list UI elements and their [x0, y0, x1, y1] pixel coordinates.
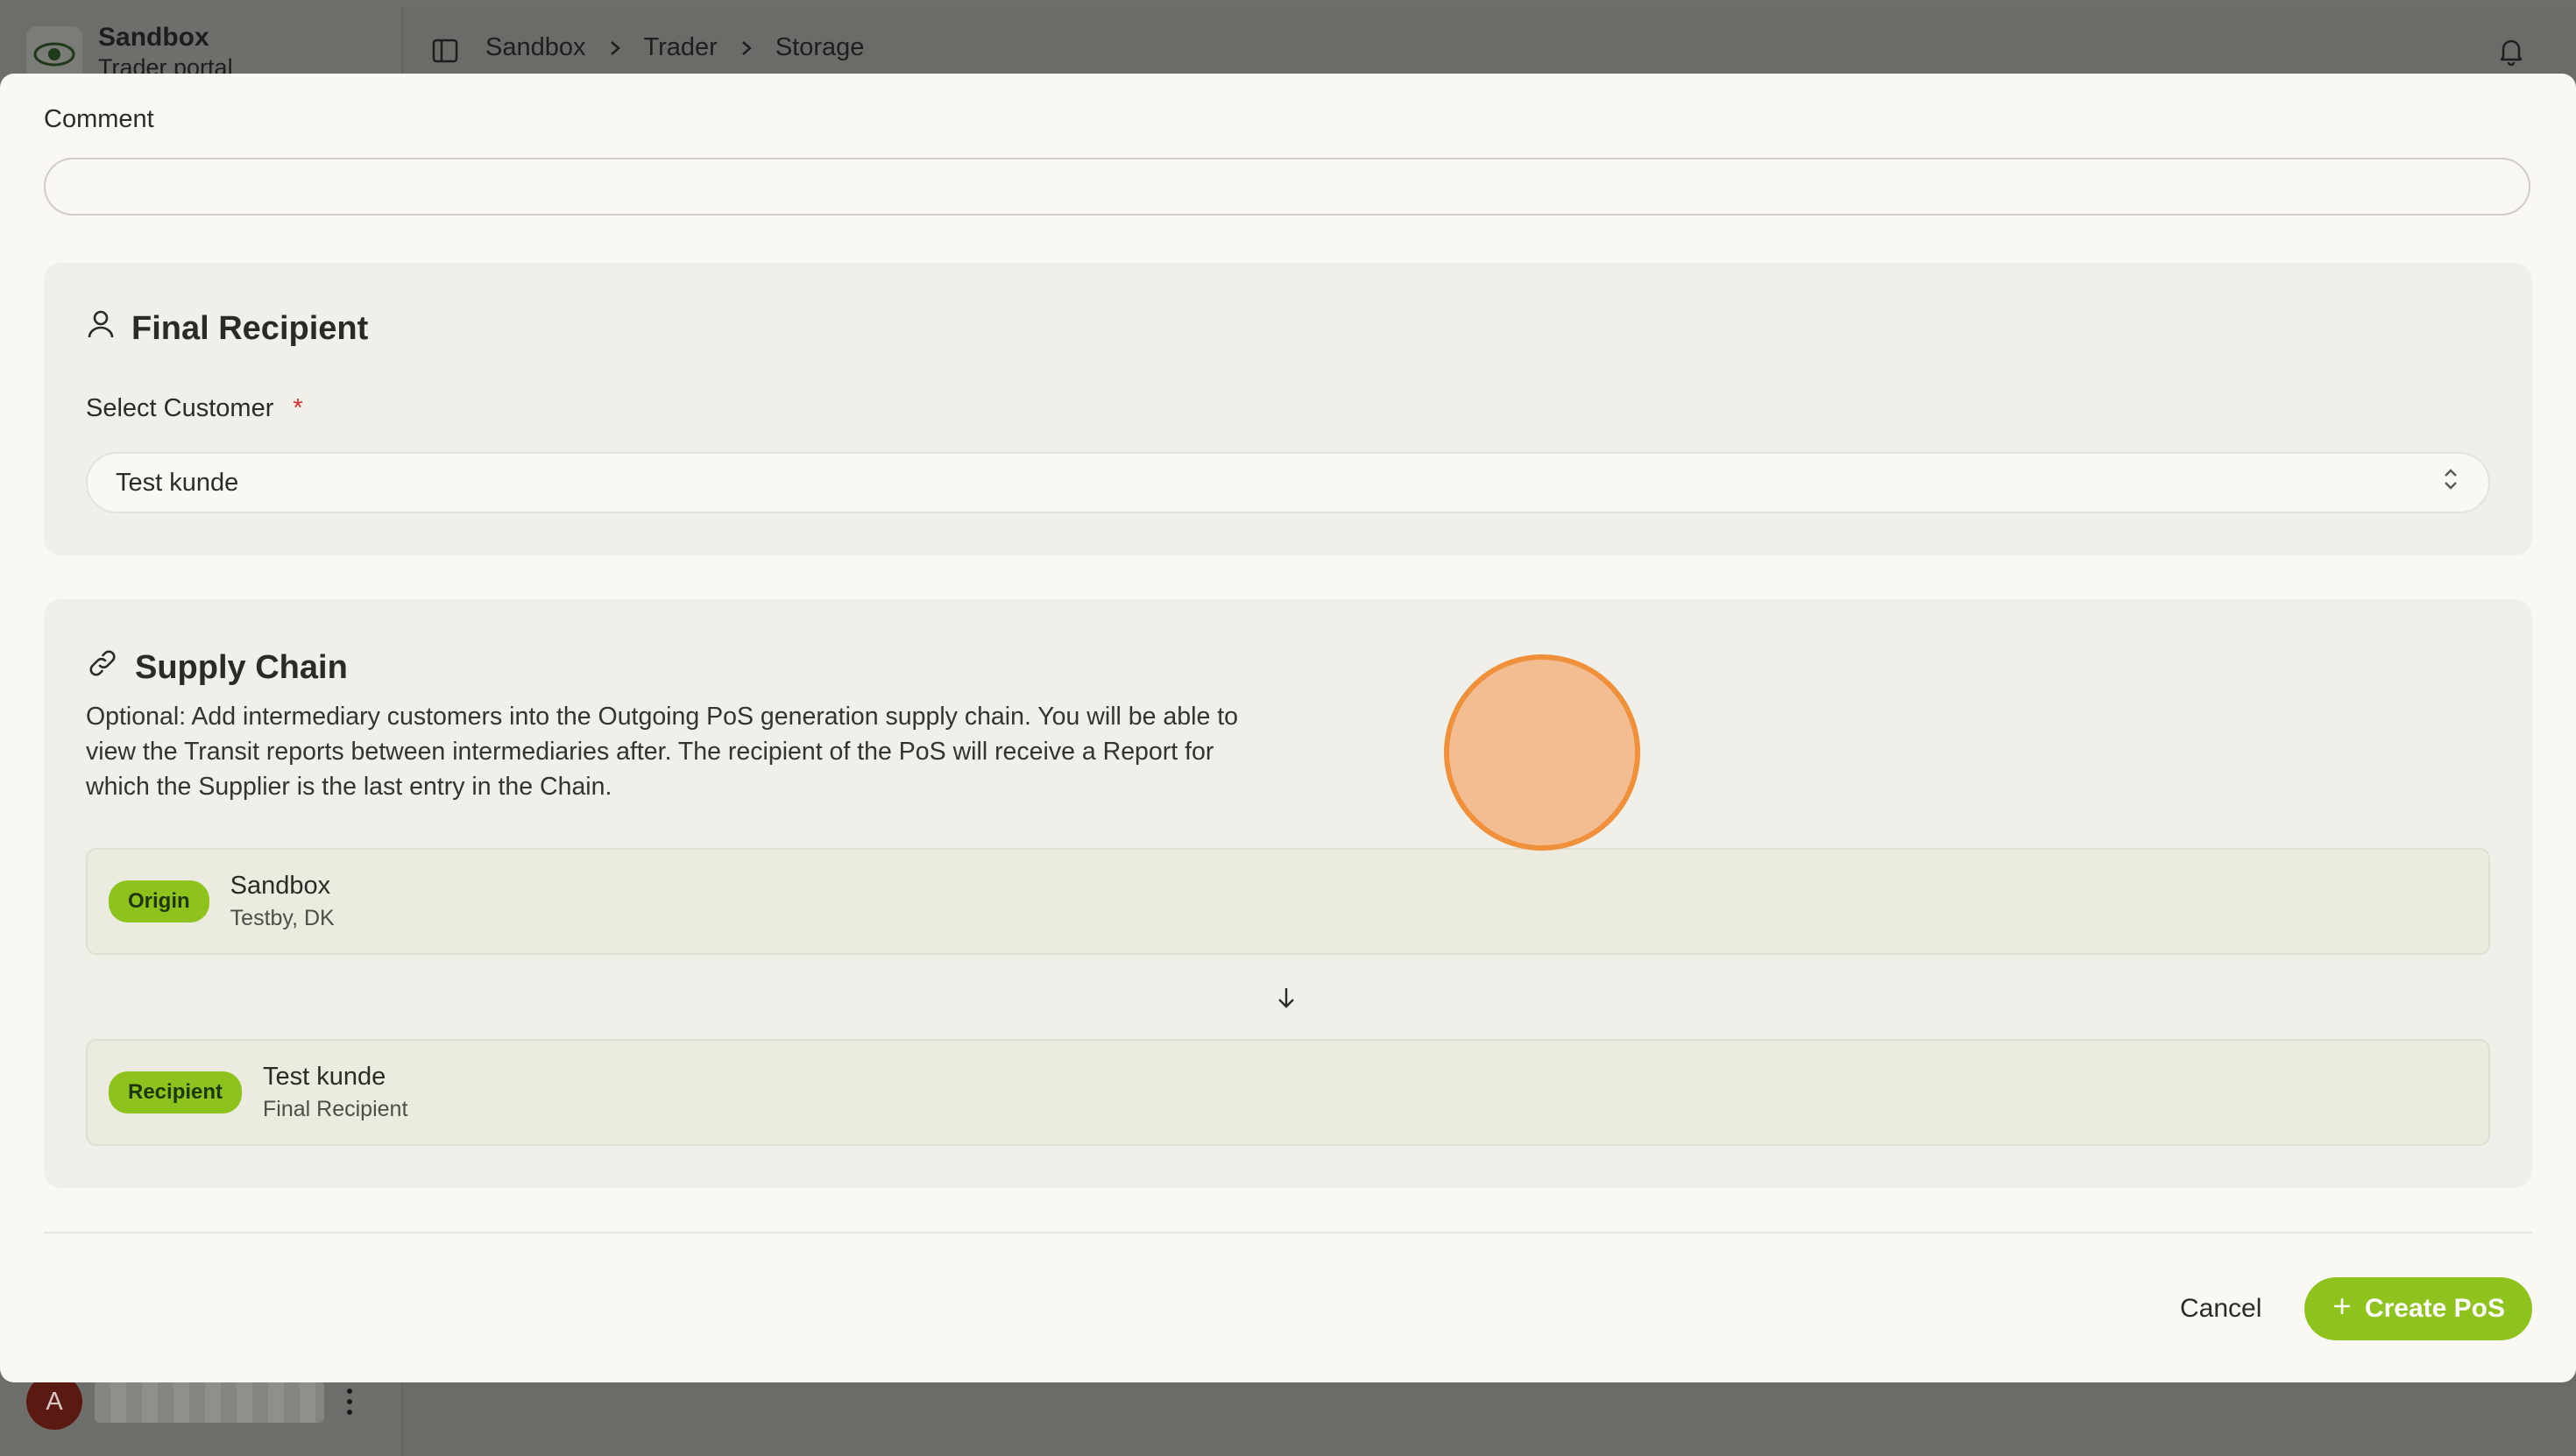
create-pos-label: Create PoS: [2364, 1294, 2506, 1323]
recipient-badge: Recipient: [109, 1071, 243, 1113]
chain-item-role: Final Recipient: [263, 1097, 408, 1121]
chain-item-origin: Origin Sandbox Testby, DK: [86, 848, 2490, 955]
click-indicator: [1444, 654, 1640, 851]
chain-item-name: Sandbox: [230, 872, 331, 900]
breadcrumb-item-storage[interactable]: Storage: [775, 33, 865, 62]
bell-icon[interactable]: [2495, 35, 2527, 67]
breadcrumb-item-trader[interactable]: Trader: [644, 33, 718, 62]
chevron-right-icon: [609, 39, 621, 57]
final-recipient-card: Final Recipient Select Customer * Test ku…: [44, 263, 2532, 555]
footer-divider: [44, 1232, 2532, 1233]
required-marker: *: [293, 394, 303, 422]
chevron-up-down-icon: [2441, 466, 2460, 499]
customer-select-value: Test kunde: [116, 468, 239, 497]
more-options-icon[interactable]: [347, 1389, 354, 1415]
create-pos-modal: Comment Final Recipient Select Customer *…: [0, 74, 2576, 1382]
link-icon: [86, 647, 135, 689]
comment-label: Comment: [44, 105, 154, 133]
final-recipient-title: Final Recipient: [131, 309, 369, 347]
brand-name: Sandbox: [98, 23, 209, 52]
breadcrumb: Sandbox Trader Storage: [485, 33, 864, 62]
supply-chain-title: Supply Chain: [135, 648, 348, 686]
sidebar-toggle-icon[interactable]: [431, 37, 459, 65]
arrow-down-icon: [1274, 985, 1299, 1015]
user-icon: [86, 308, 131, 349]
supply-chain-card: Supply Chain Optional: Add intermediary …: [44, 599, 2532, 1188]
user-name-redacted: [95, 1381, 324, 1423]
select-customer-label: Select Customer *: [86, 394, 303, 422]
cancel-button[interactable]: Cancel: [2157, 1277, 2284, 1340]
plus-icon: [2332, 1294, 2365, 1324]
create-pos-button[interactable]: Create PoS: [2304, 1277, 2532, 1340]
supply-chain-header: Supply Chain: [86, 647, 348, 689]
origin-badge: Origin: [109, 880, 209, 922]
comment-input[interactable]: [44, 158, 2530, 216]
supply-chain-description: Optional: Add intermediary customers int…: [86, 703, 1238, 801]
chevron-right-icon: [740, 39, 753, 57]
customer-select[interactable]: Test kunde: [86, 452, 2490, 513]
chain-item-recipient: Recipient Test kunde Final Recipient: [86, 1039, 2490, 1146]
final-recipient-header: Final Recipient: [86, 308, 368, 349]
chain-item-location: Testby, DK: [230, 906, 335, 930]
breadcrumb-item-sandbox[interactable]: Sandbox: [485, 33, 586, 62]
chain-item-name: Test kunde: [263, 1063, 386, 1091]
